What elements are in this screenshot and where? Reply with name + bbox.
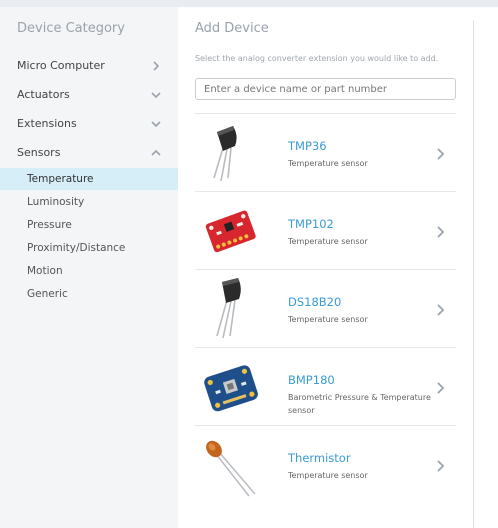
- device-description: Temperature sensor: [288, 471, 368, 480]
- category-label: Actuators: [17, 88, 70, 101]
- subcategory-label: Pressure: [27, 219, 72, 231]
- instruction-text: Select the analog converter extension yo…: [195, 54, 439, 63]
- subcategory-label: Luminosity: [27, 196, 85, 208]
- device-name: Thermistor: [288, 451, 351, 465]
- subcategory-label: Generic: [27, 288, 68, 300]
- page-title: Add Device: [195, 21, 269, 36]
- subcategory-label: Proximity/Distance: [27, 242, 126, 254]
- category-actuators[interactable]: Actuators: [0, 82, 178, 108]
- device-description: Barometric Pressure & Temperature sensor: [288, 393, 431, 415]
- device-description: Temperature sensor: [288, 315, 368, 324]
- subcategory-label: Temperature: [27, 173, 94, 185]
- device-item-tmp36[interactable]: TMP36 Temperature sensor: [195, 113, 456, 191]
- add-device-panel: Add Device Select the analog converter e…: [178, 7, 473, 528]
- device-category-sidebar: Device Category Micro Computer Actuators…: [0, 7, 178, 528]
- chevron-right-icon: [150, 60, 162, 72]
- chevron-up-icon: [150, 147, 162, 159]
- device-name: DS18B20: [288, 295, 342, 309]
- chevron-right-icon[interactable]: [435, 302, 447, 316]
- category-label: Micro Computer: [17, 59, 105, 72]
- device-list: TMP36 Temperature sensor TMP102 Temperat…: [195, 113, 456, 503]
- category-micro-computer[interactable]: Micro Computer: [0, 53, 178, 79]
- breakout-board-icon: [197, 196, 267, 266]
- panel-divider: [473, 20, 474, 528]
- device-name: BMP180: [288, 373, 335, 387]
- chevron-right-icon[interactable]: [435, 146, 447, 160]
- category-label: Sensors: [17, 146, 61, 159]
- subcategory-proximity-distance[interactable]: Proximity/Distance: [0, 237, 178, 259]
- chevron-right-icon[interactable]: [435, 380, 447, 394]
- chevron-down-icon: [150, 89, 162, 101]
- sidebar-title: Device Category: [17, 21, 125, 36]
- chevron-right-icon[interactable]: [435, 224, 447, 238]
- chevron-right-icon[interactable]: [435, 458, 447, 472]
- subcategory-label: Motion: [27, 265, 63, 277]
- device-item-ds18b20[interactable]: DS18B20 Temperature sensor: [195, 269, 456, 347]
- device-description: Temperature sensor: [288, 159, 368, 168]
- top-bar: [0, 0, 498, 7]
- subcategory-luminosity[interactable]: Luminosity: [0, 191, 178, 213]
- subcategory-generic[interactable]: Generic: [0, 283, 178, 305]
- device-name: TMP102: [288, 217, 334, 231]
- subcategory-pressure[interactable]: Pressure: [0, 214, 178, 236]
- device-item-thermistor[interactable]: Thermistor Temperature sensor: [195, 425, 456, 503]
- to92-sensor-icon: [197, 118, 267, 188]
- category-label: Extensions: [17, 117, 77, 130]
- device-name: TMP36: [288, 139, 327, 153]
- subcategory-temperature[interactable]: Temperature: [0, 168, 178, 190]
- device-item-bmp180[interactable]: BMP180 Barometric Pressure & Temperature…: [195, 347, 456, 425]
- device-search-input[interactable]: [195, 78, 456, 100]
- to92-sensor-icon: [197, 274, 267, 344]
- device-description: Temperature sensor: [288, 237, 368, 246]
- chevron-down-icon: [150, 118, 162, 130]
- subcategory-motion[interactable]: Motion: [0, 260, 178, 282]
- bmp180-board-icon: [197, 352, 267, 422]
- category-sensors[interactable]: Sensors: [0, 140, 178, 166]
- device-item-tmp102[interactable]: TMP102 Temperature sensor: [195, 191, 456, 269]
- thermistor-icon: [197, 430, 267, 500]
- category-extensions[interactable]: Extensions: [0, 111, 178, 137]
